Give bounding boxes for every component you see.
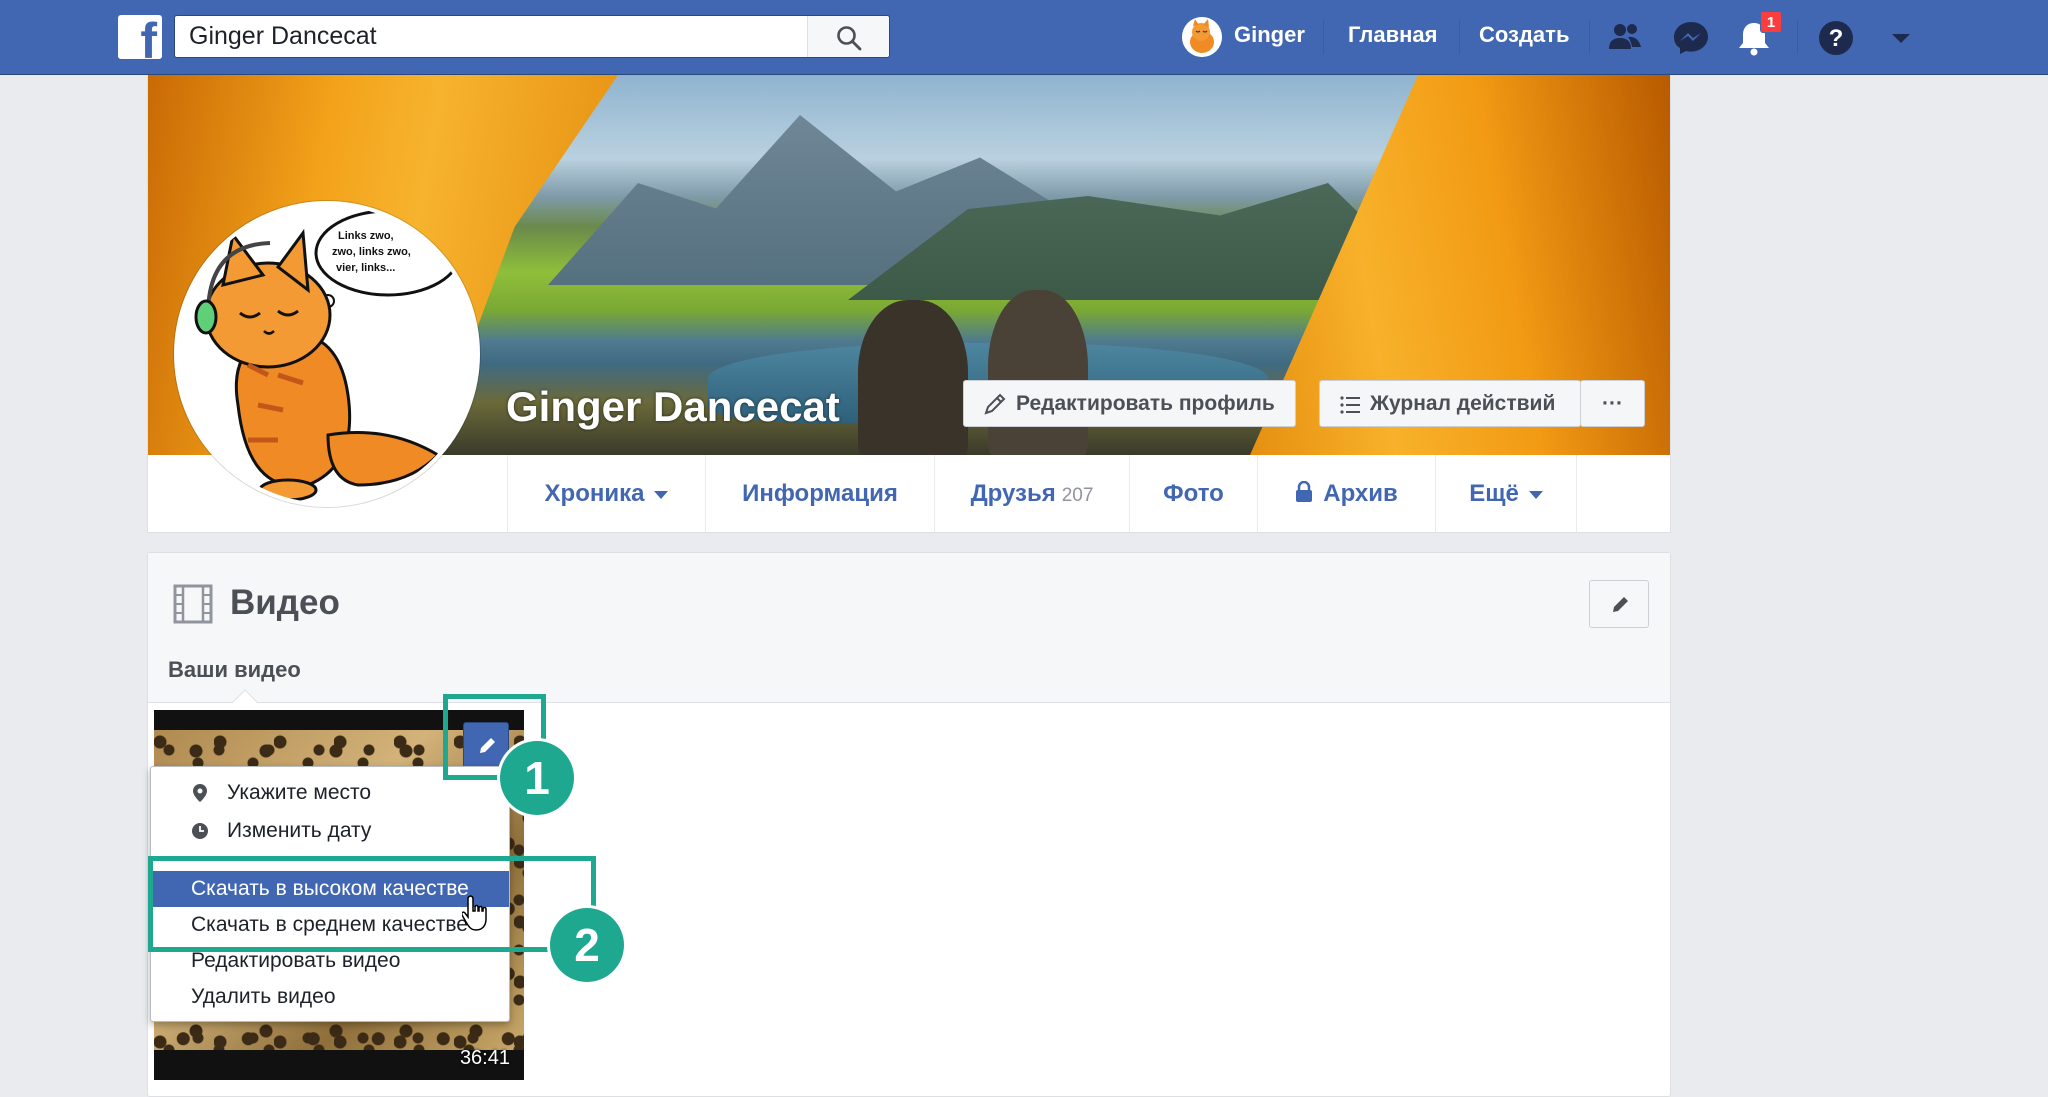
tab-archive-label: Архив (1323, 480, 1398, 507)
profile-header: Links zwo, zwo, links zwo, vier, links..… (147, 75, 1671, 533)
annotation-badge-step-2: 2 (550, 908, 624, 982)
notifications-count-badge: 1 (1760, 11, 1782, 33)
more-dots-icon: ··· (1602, 392, 1623, 415)
nav-create-link[interactable]: Создать (1479, 22, 1569, 48)
location-pin-icon (193, 784, 207, 802)
annotation-badge-step-1: 1 (500, 741, 574, 815)
pencil-icon (1613, 597, 1628, 612)
svg-text:vier, links...: vier, links... (336, 262, 395, 274)
tab-timeline[interactable]: Хроника (507, 455, 705, 532)
profile-tabs: Хроника Информация Друзья 207 Фото Архив … (507, 455, 1670, 532)
tab-friends-label: Друзья (970, 480, 1056, 507)
clock-icon (192, 823, 208, 839)
top-navigation-bar: f Ginger Главная Создать (0, 0, 2048, 75)
nav-divider (1589, 20, 1590, 54)
speech-bubble-text: Links zwo, (338, 230, 394, 242)
search-input[interactable] (175, 16, 891, 57)
pencil-icon (984, 393, 1006, 415)
list-icon (1340, 396, 1360, 414)
svg-text:zwo, links zwo,: zwo, links zwo, (332, 246, 411, 258)
friend-requests-icon[interactable] (1604, 17, 1646, 59)
tab-more-label: Ещё (1469, 480, 1519, 507)
nav-divider (1797, 20, 1798, 54)
help-icon[interactable]: ? (1815, 17, 1857, 59)
chevron-down-icon (1528, 490, 1543, 499)
menu-item-change-date[interactable]: Изменить дату (151, 813, 509, 849)
nav-home-link[interactable]: Главная (1348, 22, 1437, 48)
tab-photos-label: Фото (1163, 480, 1224, 507)
nav-divider (1459, 20, 1460, 54)
annotation-box-step-2 (148, 856, 596, 952)
edit-section-button[interactable] (1589, 580, 1649, 628)
videos-header: Видео Ваши видео (148, 553, 1670, 715)
your-videos-tab[interactable]: Ваши видео (168, 657, 301, 683)
tab-more[interactable]: Ещё (1435, 455, 1577, 532)
menu-item-delete-video[interactable]: Удалить видео (151, 979, 509, 1015)
activity-log-label: Журнал действий (1370, 392, 1556, 415)
videos-title[interactable]: Видео (230, 583, 340, 623)
more-options-button[interactable]: ··· (1580, 380, 1645, 427)
nav-profile-link[interactable]: Ginger (1234, 22, 1305, 48)
profile-name[interactable]: Ginger Dancecat (506, 383, 840, 431)
tab-photos[interactable]: Фото (1129, 455, 1257, 532)
profile-picture[interactable]: Links zwo, zwo, links zwo, vier, links..… (174, 201, 480, 507)
messenger-icon[interactable] (1670, 17, 1712, 59)
edit-profile-button[interactable]: Редактировать профиль (963, 380, 1296, 427)
menu-item-add-location[interactable]: Укажите место (151, 775, 509, 811)
account-menu-caret-icon[interactable] (1880, 17, 1922, 59)
video-duration: 36:41 (459, 1047, 510, 1069)
search-box (174, 15, 891, 58)
user-avatar[interactable] (1182, 17, 1222, 57)
tab-friends[interactable]: Друзья 207 (934, 455, 1129, 532)
film-icon (173, 584, 213, 624)
activity-log-button[interactable]: Журнал действий (1319, 380, 1581, 427)
lock-icon (1296, 480, 1313, 502)
menu-item-label: Изменить дату (227, 819, 372, 842)
chevron-down-icon (654, 490, 669, 499)
menu-item-label: Удалить видео (191, 985, 336, 1008)
search-button[interactable] (807, 16, 889, 57)
search-icon (837, 26, 862, 51)
nav-divider (1323, 20, 1324, 54)
tab-timeline-label: Хроника (544, 480, 645, 507)
tab-archive[interactable]: Архив (1257, 455, 1435, 532)
facebook-logo-icon[interactable]: f (118, 15, 162, 59)
edit-profile-label: Редактировать профиль (1016, 392, 1275, 415)
menu-item-label: Укажите место (227, 781, 372, 804)
tab-about-label: Информация (742, 480, 898, 507)
tab-about[interactable]: Информация (705, 455, 934, 532)
friends-count: 207 (1061, 485, 1094, 506)
svg-text:?: ? (1829, 25, 1844, 52)
